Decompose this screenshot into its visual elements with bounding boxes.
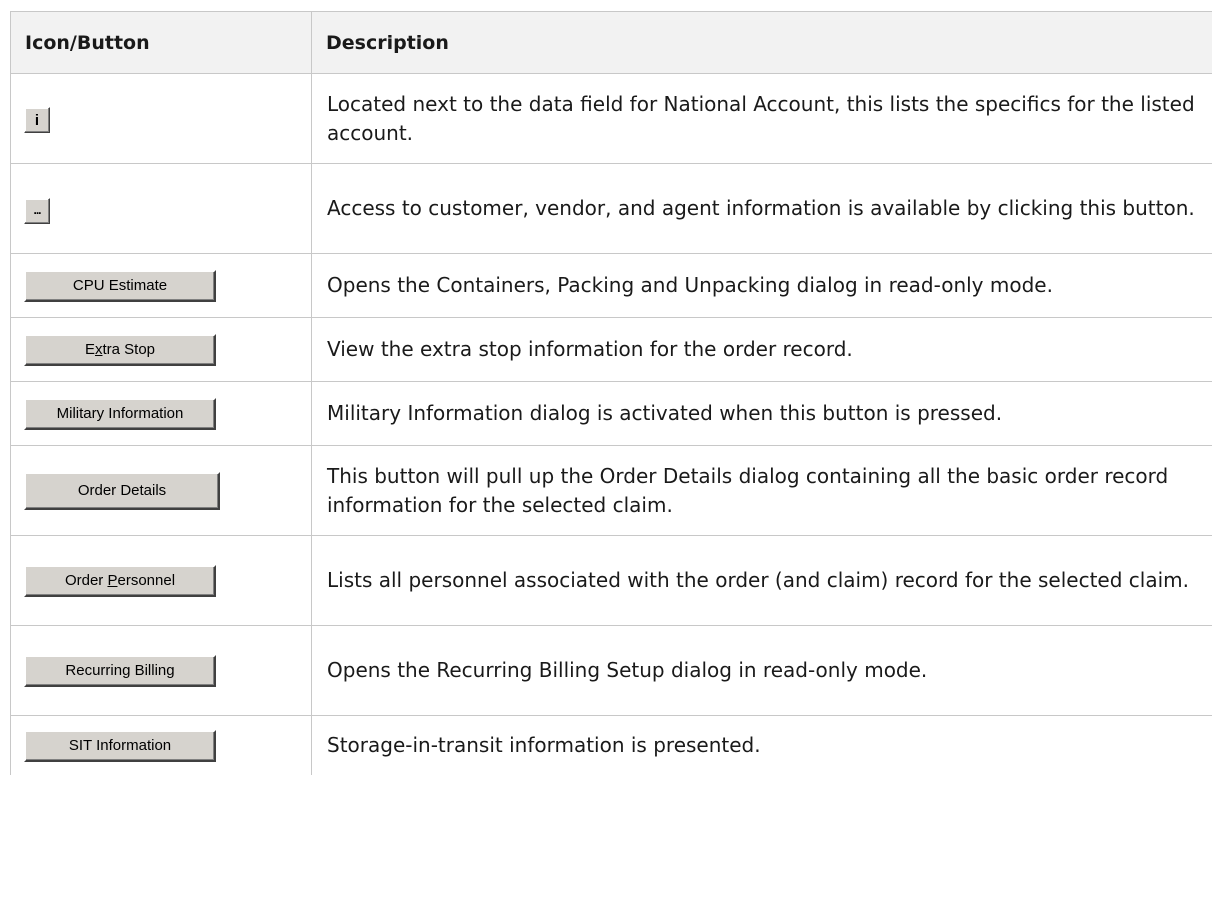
extra-stop-mnemonic: x — [94, 341, 103, 359]
description-cell: Located next to the data field for Natio… — [311, 73, 1212, 164]
description-cell: Storage-in-transit information is presen… — [311, 715, 1212, 775]
description-cell: Opens the Containers, Packing and Unpack… — [311, 253, 1212, 318]
table-row: Ex tra Stop View the extra stop informati… — [10, 317, 1212, 382]
icon-cell: CPU Estimate — [10, 253, 312, 318]
icon-cell: Order Personnel — [10, 535, 312, 626]
icon-cell: Military Information — [10, 381, 312, 446]
table-row: Recurring Billing Opens the Recurring Bi… — [10, 625, 1212, 716]
description-cell: Lists all personnel associated with the … — [311, 535, 1212, 626]
extra-stop-label-post: tra Stop — [102, 341, 156, 359]
icon-cell: ... — [10, 163, 312, 254]
table-header-row: Icon/Button Description — [10, 11, 1212, 74]
table-row: CPU Estimate Opens the Containers, Packi… — [10, 253, 1212, 318]
description-cell: View the extra stop information for the … — [311, 317, 1212, 382]
extra-stop-label-pre: E — [84, 341, 95, 359]
icon-cell: Recurring Billing — [10, 625, 312, 716]
info-icon[interactable]: i — [24, 107, 50, 134]
recurring-billing-button[interactable]: Recurring Billing — [24, 654, 216, 687]
order-details-button[interactable]: Order Details — [24, 471, 220, 510]
table-row: SIT Information Storage-in-transit infor… — [10, 715, 1212, 775]
ellipsis-icon[interactable]: ... — [24, 197, 50, 224]
icon-cell: Order Details — [10, 445, 312, 536]
description-cell: Opens the Recurring Billing Setup dialog… — [311, 625, 1212, 716]
table-row: Military Information Military Informatio… — [10, 381, 1212, 446]
icon-button-reference-table: Icon/Button Description i Located next t… — [10, 11, 1212, 775]
order-personnel-button[interactable]: Order Personnel — [24, 564, 216, 597]
order-personnel-label-post: ersonnel — [117, 572, 176, 590]
icon-cell: SIT Information — [10, 715, 312, 775]
column-header-description: Description — [311, 11, 1212, 74]
sit-information-button[interactable]: SIT Information — [24, 729, 216, 762]
description-cell: Access to customer, vendor, and agent in… — [311, 163, 1212, 254]
description-cell: This button will pull up the Order Detai… — [311, 445, 1212, 536]
cpu-estimate-button[interactable]: CPU Estimate — [24, 269, 216, 302]
icon-cell: Ex tra Stop — [10, 317, 312, 382]
order-personnel-mnemonic: P — [107, 572, 118, 590]
table-row: Order Personnel Lists all personnel asso… — [10, 535, 1212, 626]
table-row: i Located next to the data field for Nat… — [10, 73, 1212, 164]
icon-cell: i — [10, 73, 312, 164]
description-cell: Military Information dialog is activated… — [311, 381, 1212, 446]
table-row: ... Access to customer, vendor, and agen… — [10, 163, 1212, 254]
military-information-button[interactable]: Military Information — [24, 397, 216, 430]
extra-stop-button[interactable]: Ex tra Stop — [24, 333, 216, 366]
order-personnel-label-pre: Order — [64, 572, 108, 590]
table-row: Order Details This button will pull up t… — [10, 445, 1212, 536]
column-header-icon-button: Icon/Button — [10, 11, 312, 74]
